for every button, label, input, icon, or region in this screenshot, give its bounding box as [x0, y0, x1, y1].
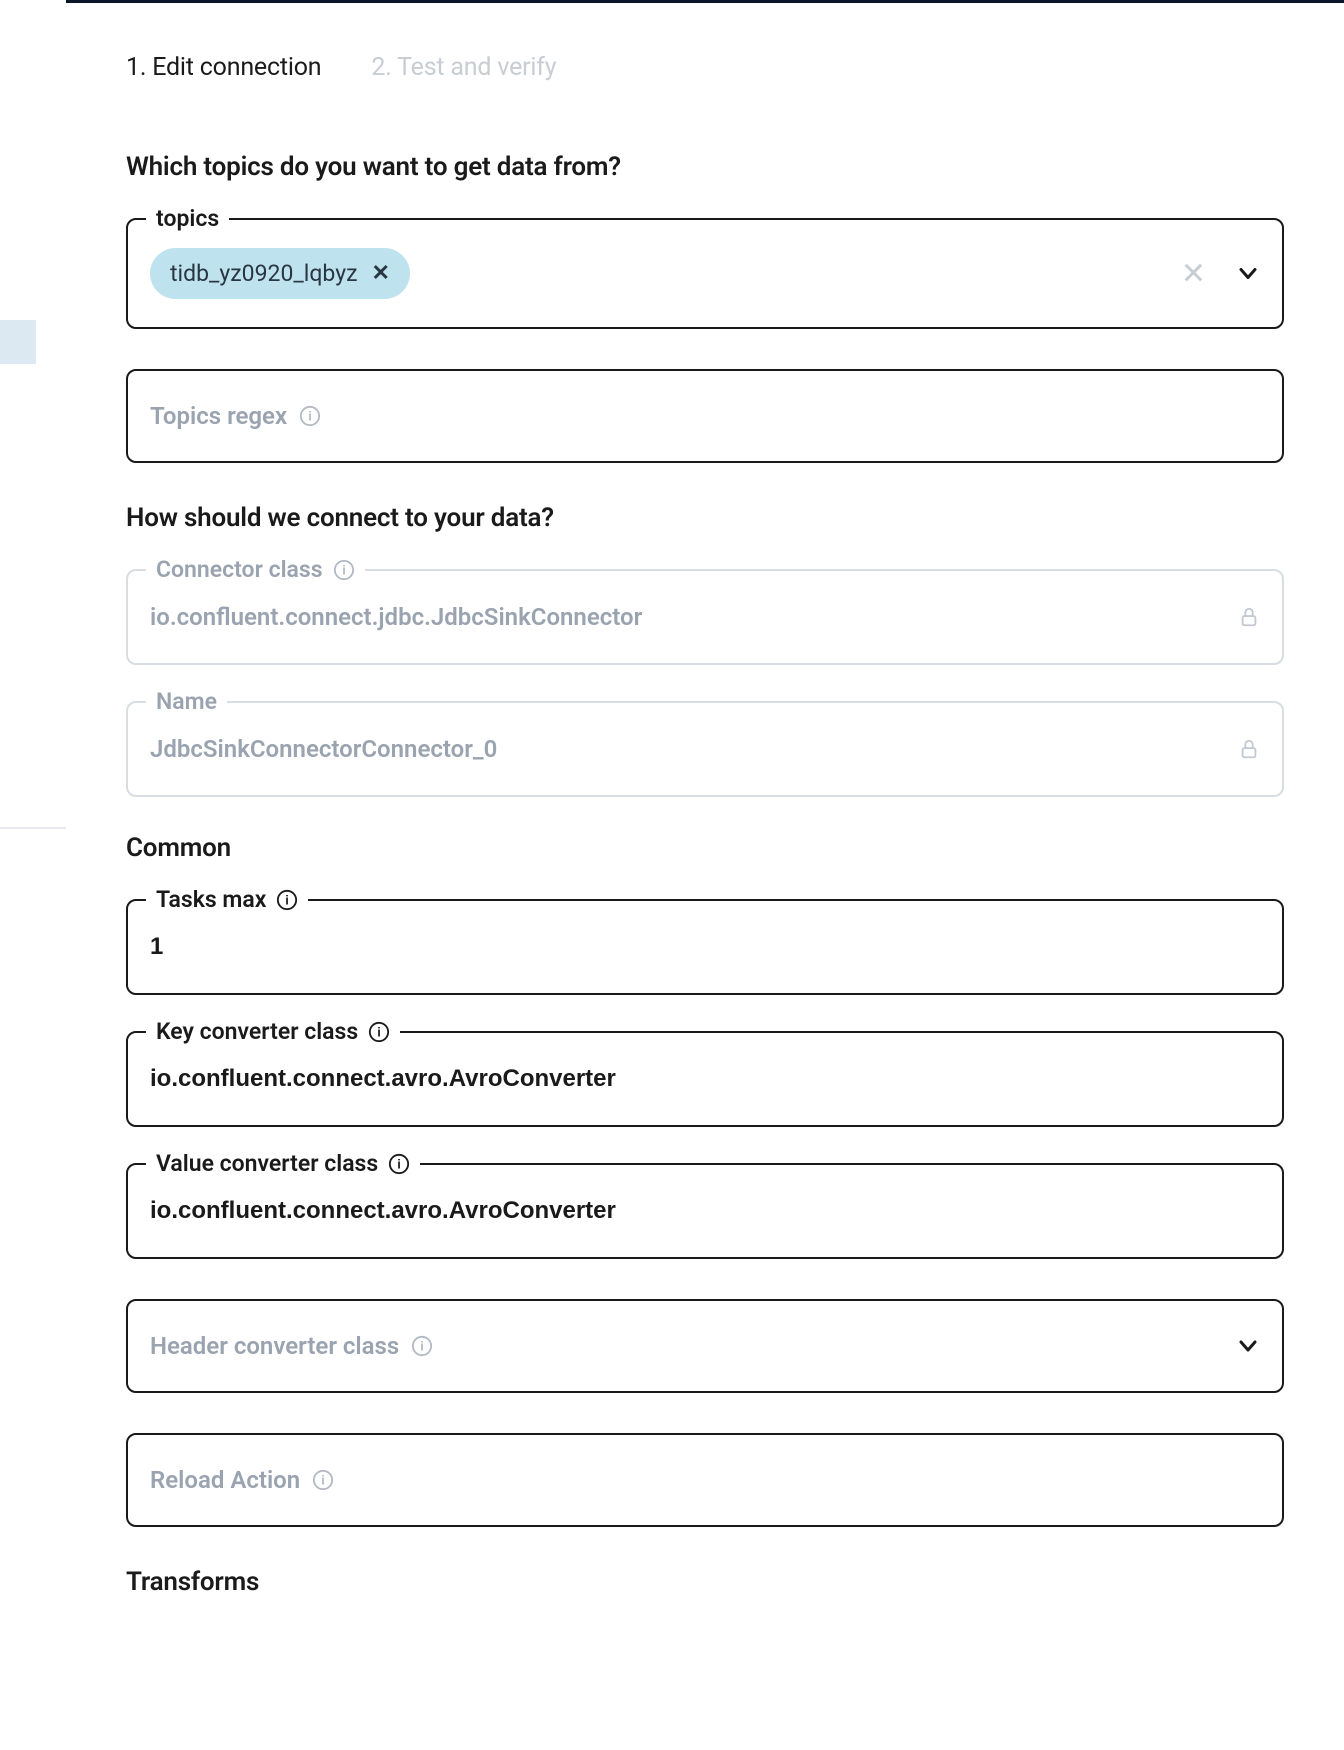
- name-value: JdbcSinkConnectorConnector_0: [150, 735, 497, 763]
- field-header-converter: Header converter class i: [126, 1299, 1284, 1393]
- svg-text:i: i: [286, 892, 290, 907]
- sidebar-active-indicator: [0, 320, 36, 364]
- connector-class-label-text: Connector class: [156, 556, 323, 583]
- tasks-max-label: Tasks max i: [146, 886, 308, 913]
- step-edit-connection[interactable]: 1. Edit connection: [126, 53, 321, 82]
- field-tasks-max: Tasks max i: [126, 899, 1284, 995]
- info-icon[interactable]: i: [388, 1153, 410, 1175]
- field-value-converter: Value converter class i: [126, 1163, 1284, 1259]
- connector-class-input-wrapper: Connector class i io.confluent.connect.j…: [126, 569, 1284, 665]
- field-key-converter: Key converter class i: [126, 1031, 1284, 1127]
- key-converter-input[interactable]: [150, 1065, 1260, 1093]
- connector-class-lock-wrapper: [1238, 606, 1260, 628]
- field-name: Name JdbcSinkConnectorConnector_0: [126, 701, 1284, 797]
- topics-regex-input-wrapper[interactable]: Topics regex i: [126, 369, 1284, 463]
- step-test-verify[interactable]: 2. Test and verify: [371, 53, 556, 82]
- sidebar-divider: [0, 827, 66, 829]
- topics-right-controls: ✕: [1181, 256, 1260, 291]
- name-lock-wrapper: [1238, 738, 1260, 760]
- info-icon[interactable]: i: [411, 1335, 433, 1357]
- topic-chip: tidb_yz0920_lqbyz ✕: [150, 248, 410, 299]
- info-icon[interactable]: i: [368, 1021, 390, 1043]
- lock-icon: [1238, 606, 1260, 628]
- remove-chip-icon[interactable]: ✕: [372, 261, 390, 286]
- info-icon[interactable]: i: [312, 1469, 334, 1491]
- tasks-max-input[interactable]: [150, 933, 1260, 961]
- clear-topics-icon[interactable]: ✕: [1181, 256, 1206, 291]
- reload-action-input-wrapper[interactable]: Reload Action i: [126, 1433, 1284, 1527]
- key-converter-label: Key converter class i: [146, 1018, 400, 1045]
- key-converter-label-text: Key converter class: [156, 1018, 358, 1045]
- section-heading-connect: How should we connect to your data?: [126, 503, 1284, 533]
- chevron-down-icon[interactable]: [1236, 262, 1260, 286]
- field-topics-regex: Topics regex i: [126, 369, 1284, 463]
- field-connector-class: Connector class i io.confluent.connect.j…: [126, 569, 1284, 665]
- reload-action-placeholder-text: Reload Action: [150, 1466, 300, 1494]
- topics-input-wrapper[interactable]: topics tidb_yz0920_lqbyz ✕ ✕: [126, 218, 1284, 329]
- connector-class-label: Connector class i: [146, 556, 365, 583]
- name-label: Name: [146, 688, 227, 715]
- topics-chip-container: tidb_yz0920_lqbyz ✕: [150, 248, 1260, 299]
- key-converter-input-wrapper[interactable]: Key converter class i: [126, 1031, 1284, 1127]
- value-converter-input[interactable]: [150, 1197, 1260, 1225]
- value-converter-label: Value converter class i: [146, 1150, 420, 1177]
- svg-text:i: i: [342, 562, 346, 577]
- svg-text:i: i: [308, 409, 312, 424]
- info-icon[interactable]: i: [333, 559, 355, 581]
- info-icon[interactable]: i: [299, 405, 321, 427]
- header-converter-right: [1236, 1334, 1260, 1358]
- connector-class-value: io.confluent.connect.jdbc.JdbcSinkConnec…: [150, 603, 642, 631]
- section-heading-topics: Which topics do you want to get data fro…: [126, 152, 1284, 182]
- field-topics: topics tidb_yz0920_lqbyz ✕ ✕: [126, 218, 1284, 329]
- topic-chip-label: tidb_yz0920_lqbyz: [170, 260, 358, 287]
- lock-icon: [1238, 738, 1260, 760]
- chevron-down-icon[interactable]: [1236, 1334, 1260, 1358]
- value-converter-label-text: Value converter class: [156, 1150, 378, 1177]
- main-content: 1. Edit connection 2. Test and verify Wh…: [66, 3, 1344, 1637]
- field-reload-action: Reload Action i: [126, 1433, 1284, 1527]
- reload-action-placeholder: Reload Action i: [150, 1466, 334, 1494]
- name-input-wrapper: Name JdbcSinkConnectorConnector_0: [126, 701, 1284, 797]
- header-converter-placeholder-text: Header converter class: [150, 1332, 399, 1360]
- sidebar: [0, 0, 66, 1750]
- svg-text:i: i: [420, 1339, 424, 1354]
- topics-label: topics: [146, 205, 229, 232]
- svg-text:i: i: [377, 1024, 381, 1039]
- topics-regex-placeholder-text: Topics regex: [150, 402, 287, 430]
- header-converter-input-wrapper[interactable]: Header converter class i: [126, 1299, 1284, 1393]
- section-heading-common: Common: [126, 833, 1284, 863]
- header-converter-placeholder: Header converter class i: [150, 1332, 433, 1360]
- tasks-max-label-text: Tasks max: [156, 886, 266, 913]
- section-heading-transforms: Transforms: [126, 1567, 1284, 1597]
- tasks-max-input-wrapper[interactable]: Tasks max i: [126, 899, 1284, 995]
- topics-regex-placeholder: Topics regex i: [150, 402, 321, 430]
- wizard-steps: 1. Edit connection 2. Test and verify: [126, 53, 1284, 82]
- svg-text:i: i: [321, 1473, 325, 1488]
- info-icon[interactable]: i: [276, 889, 298, 911]
- svg-text:i: i: [397, 1156, 401, 1171]
- value-converter-input-wrapper[interactable]: Value converter class i: [126, 1163, 1284, 1259]
